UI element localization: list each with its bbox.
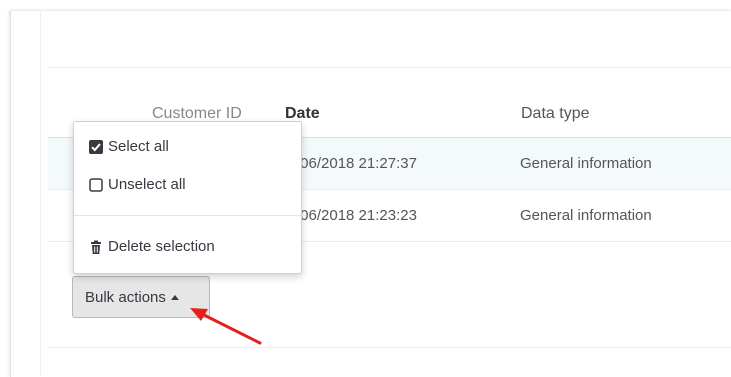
bottom-divider bbox=[48, 347, 731, 348]
row-date: /06/2018 21:23:23 bbox=[296, 207, 417, 224]
menu-divider bbox=[74, 215, 301, 216]
empty-checkbox-icon bbox=[89, 178, 103, 192]
header-data-type[interactable]: Data type bbox=[521, 104, 589, 124]
row-data-type: General information bbox=[520, 155, 652, 172]
caret-up-icon bbox=[170, 294, 179, 300]
row-data-type: General information bbox=[520, 207, 652, 224]
panel-divider bbox=[40, 10, 41, 376]
menu-item-delete-selection[interactable]: Delete selection bbox=[89, 237, 215, 257]
menu-item-unselect-all[interactable]: Unselect all bbox=[89, 175, 186, 195]
trash-icon bbox=[89, 240, 103, 254]
delete-selection-label: Delete selection bbox=[108, 238, 215, 255]
select-all-label: Select all bbox=[108, 138, 169, 155]
menu-item-select-all[interactable]: Select all bbox=[89, 137, 169, 157]
bulk-actions-label: Bulk actions bbox=[85, 288, 166, 306]
bulk-actions-menu: Select all Unselect all Delete selection bbox=[73, 121, 302, 274]
checked-checkbox-icon bbox=[89, 140, 103, 154]
top-divider bbox=[48, 67, 731, 68]
row-date: /06/2018 21:27:37 bbox=[296, 155, 417, 172]
annotation-arrow-icon bbox=[190, 308, 262, 345]
unselect-all-label: Unselect all bbox=[108, 176, 186, 193]
